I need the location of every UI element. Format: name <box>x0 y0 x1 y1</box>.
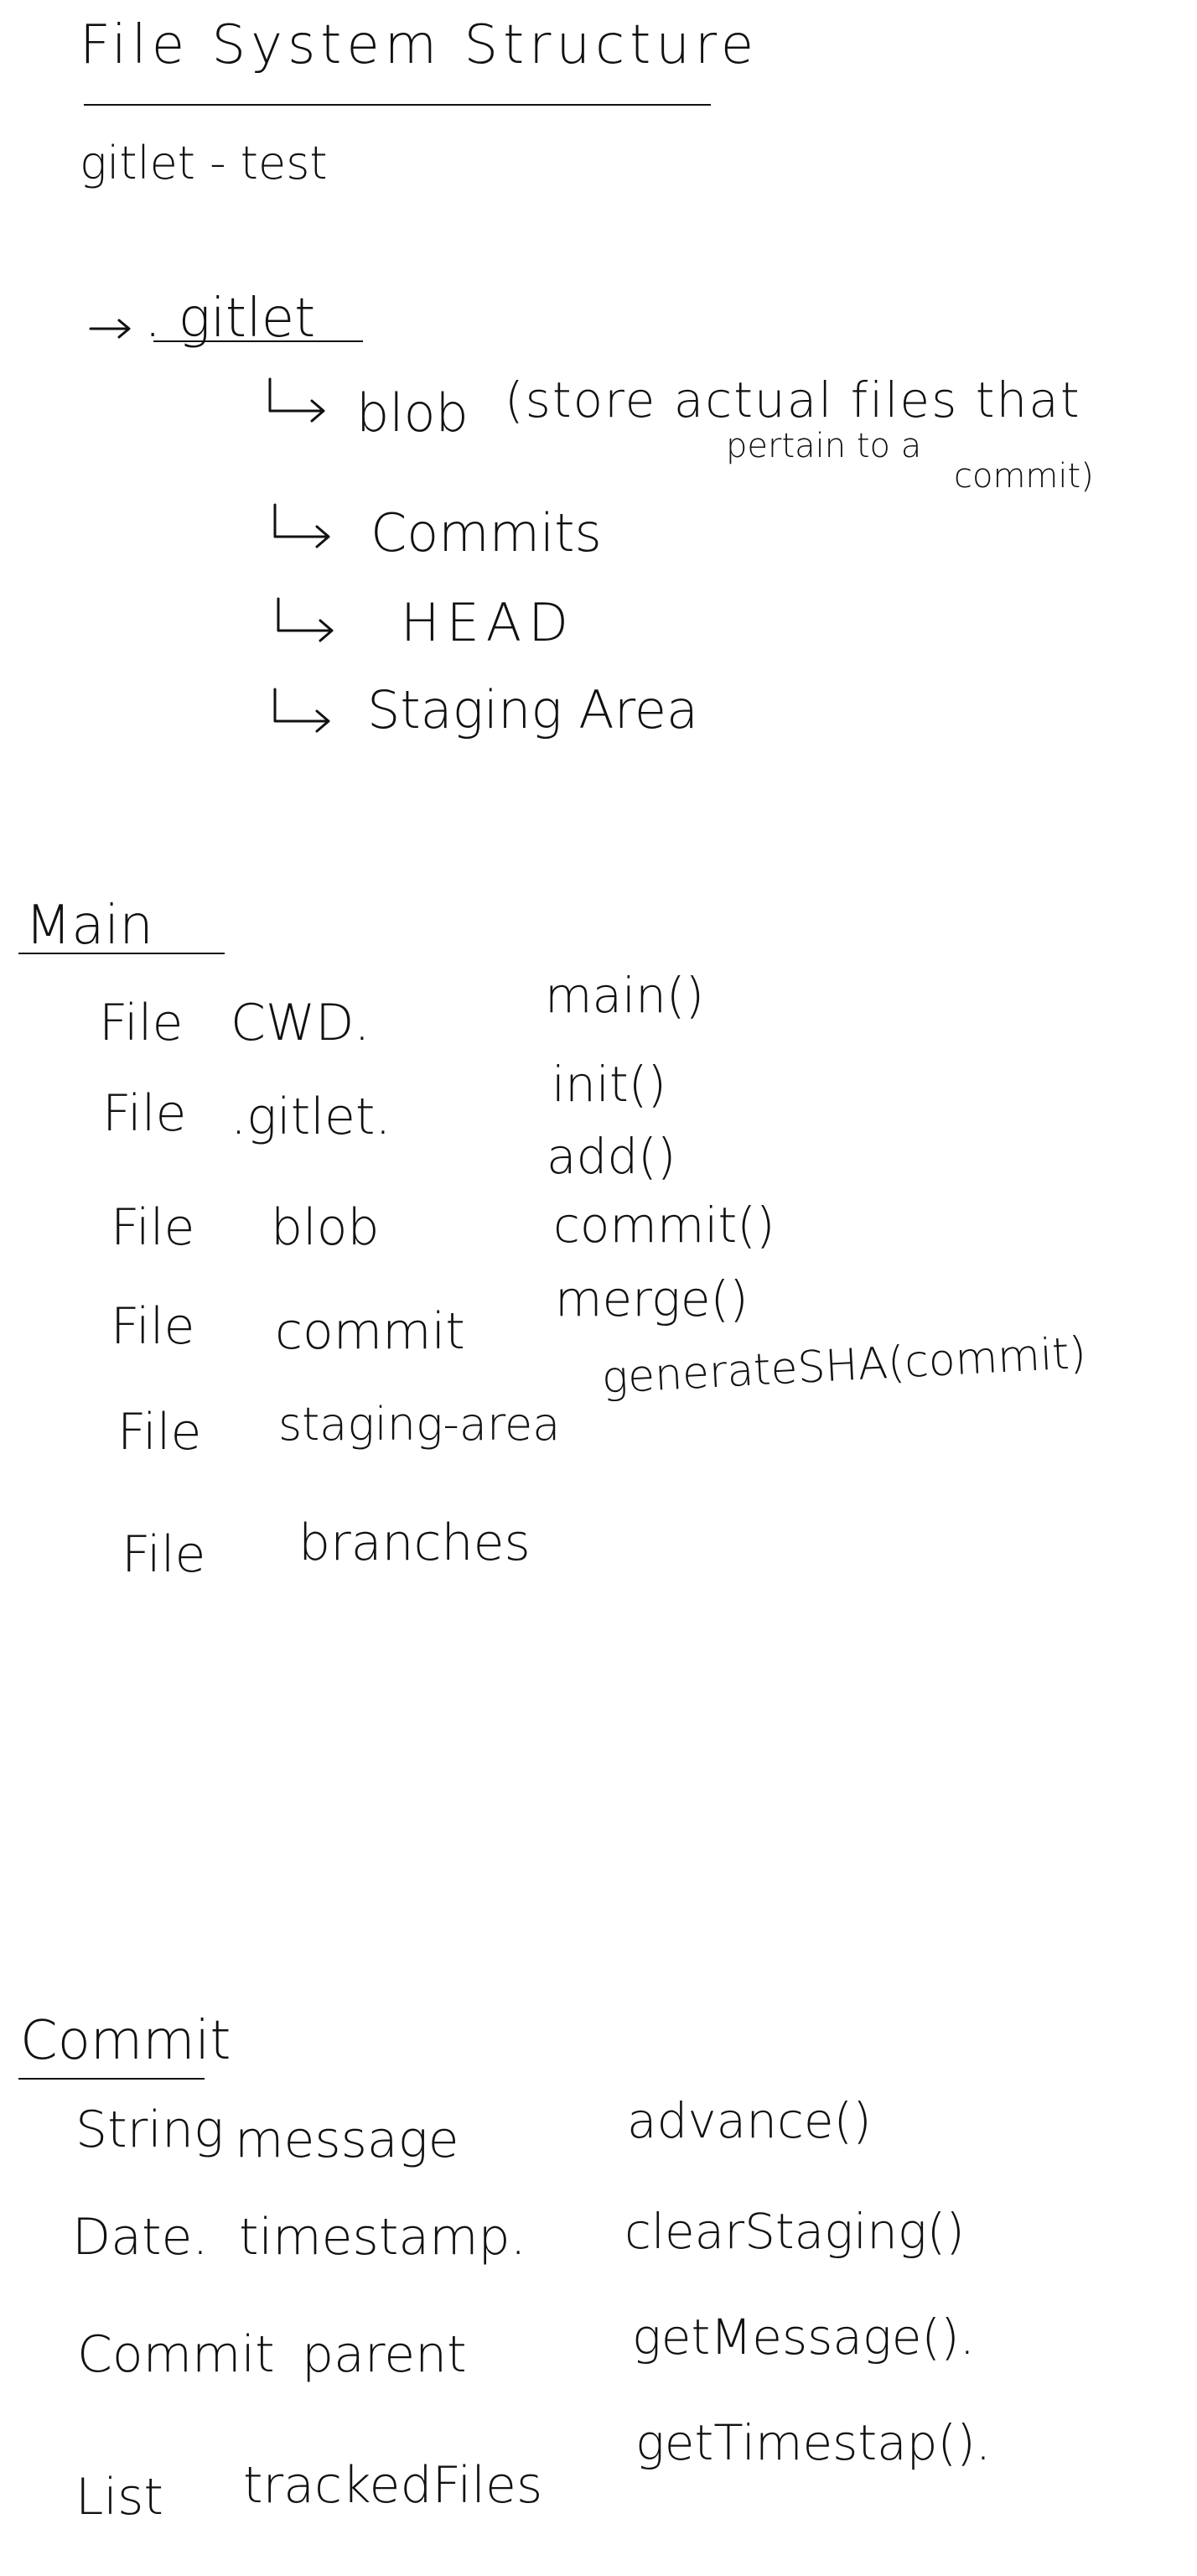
field-type: Commit <box>77 2325 275 2384</box>
field-name: .gitlet. <box>231 1088 391 1146</box>
subdirectory-arrow-icon <box>268 377 325 423</box>
gitlet-folder-underline <box>153 340 363 342</box>
file-system-title: File System Structure <box>80 14 759 76</box>
field-name: message <box>235 2111 459 2169</box>
field-type: File <box>111 1297 195 1356</box>
method-name: generateSHA(commit) <box>600 1327 1088 1404</box>
blob-note-line2: pertain to a <box>726 427 922 465</box>
field-type: Date. <box>72 2208 209 2267</box>
field-type: File <box>122 1525 206 1584</box>
method-name: advance() <box>627 2092 872 2149</box>
commits-folder: Commits <box>370 502 602 564</box>
field-type: File <box>117 1403 202 1462</box>
arrow-right-icon <box>89 319 131 339</box>
gitlet-folder: . gitlet <box>144 288 316 350</box>
subdirectory-arrow-icon <box>273 503 330 548</box>
subdirectory-arrow-icon <box>277 597 334 642</box>
head-file: HEAD <box>401 592 575 653</box>
field-name: trackedFiles <box>243 2456 543 2515</box>
subdirectory-arrow-icon <box>273 688 330 733</box>
method-name: commit() <box>553 1197 775 1254</box>
method-name: getMessage(). <box>632 2309 976 2366</box>
field-name: branches <box>298 1514 531 1572</box>
main-class-title: Main <box>25 895 153 957</box>
file-system-title-underline <box>84 104 711 106</box>
field-name: timestamp. <box>239 2208 526 2267</box>
method-name: clearStaging() <box>624 2203 965 2260</box>
method-name: add() <box>547 1128 676 1185</box>
root-folder: gitlet - test <box>80 137 328 190</box>
staging-area-folder: Staging Area <box>367 679 698 740</box>
field-name: staging-area <box>278 1398 561 1451</box>
blob-note-line3: commit) <box>954 457 1094 496</box>
method-name: init() <box>552 1056 666 1113</box>
field-type: List <box>75 2468 163 2527</box>
field-type: String <box>75 2101 224 2159</box>
method-name: getTimestap(). <box>635 2414 992 2471</box>
field-name: parent <box>302 2325 467 2384</box>
field-name: blob <box>271 1198 380 1257</box>
main-class-title-underline <box>18 953 225 954</box>
field-type: File <box>111 1198 195 1257</box>
commit-class-title: Commit <box>20 2010 231 2072</box>
commit-class-title-underline <box>18 2078 205 2080</box>
field-type: File <box>102 1084 187 1143</box>
method-name: main() <box>545 967 705 1024</box>
field-name: CWD. <box>231 994 370 1052</box>
field-type: File <box>99 994 184 1052</box>
field-name: commit <box>275 1302 465 1361</box>
method-name: merge() <box>555 1270 749 1327</box>
blob-folder: blob <box>356 382 469 444</box>
blob-note: (store actual files that <box>505 371 1081 428</box>
